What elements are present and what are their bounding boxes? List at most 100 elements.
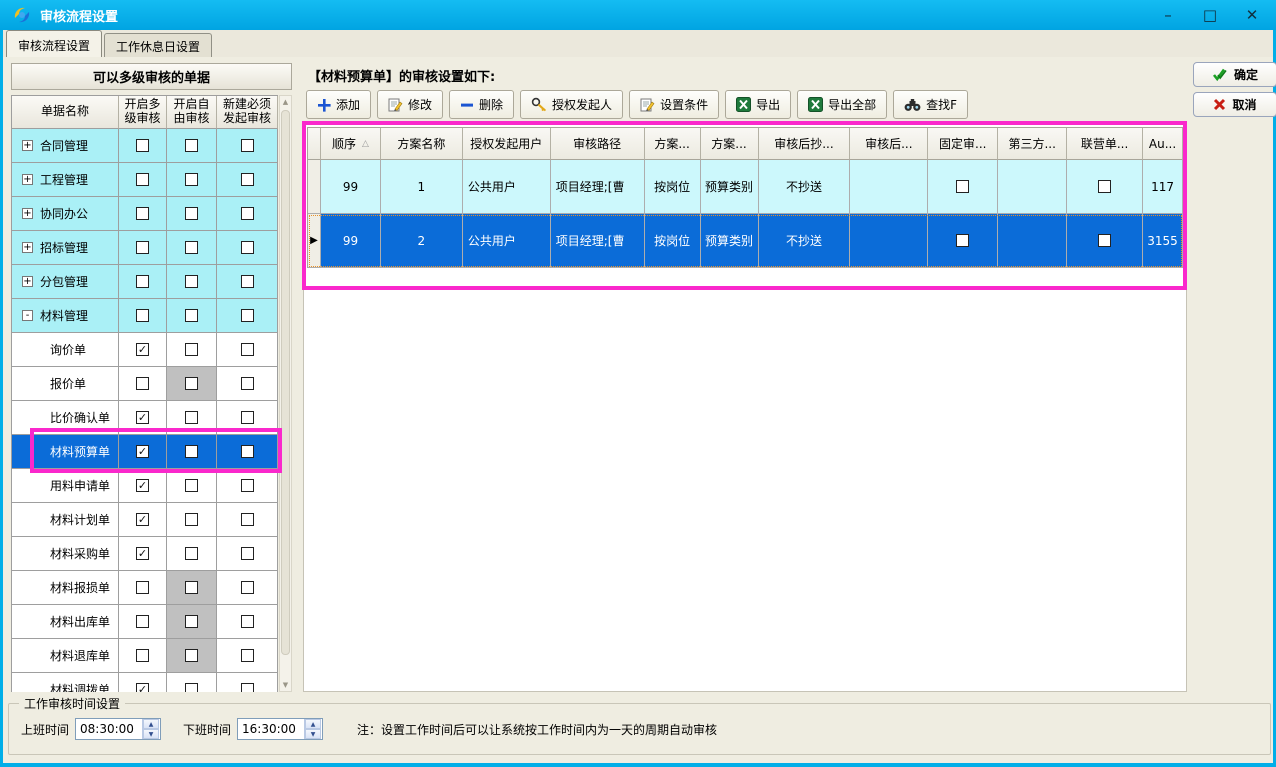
grid-column-header[interactable]: 方案名称 [381, 128, 463, 160]
unchecked-checkbox[interactable] [136, 581, 149, 594]
unchecked-checkbox[interactable] [241, 411, 254, 424]
unchecked-checkbox[interactable] [136, 377, 149, 390]
unchecked-checkbox[interactable] [241, 241, 254, 254]
unchecked-checkbox[interactable] [136, 649, 149, 662]
toolbar-button-7[interactable]: 导出全部 [797, 90, 887, 119]
checked-checkbox[interactable] [136, 683, 149, 692]
unchecked-checkbox[interactable] [1098, 234, 1111, 247]
unchecked-checkbox[interactable] [241, 513, 254, 526]
unchecked-checkbox[interactable] [185, 581, 198, 594]
grid-cell[interactable]: 2 [381, 214, 463, 268]
checkbox-cell[interactable] [217, 163, 278, 197]
grid-cell[interactable]: 3155 [1143, 214, 1183, 268]
audit-plan-row[interactable]: 991公共用户项目经理;[曹按岗位预算类别不抄送117 [308, 160, 1183, 214]
document-row[interactable]: -材料管理 [12, 299, 278, 333]
grid-cell[interactable]: 按岗位 [645, 160, 701, 214]
checkbox-cell[interactable] [217, 299, 278, 333]
unchecked-checkbox[interactable] [185, 275, 198, 288]
checkbox-cell[interactable] [119, 469, 167, 503]
left-table-scrollbar[interactable]: ▲ ▼ [279, 95, 292, 692]
document-row[interactable]: 报价单 [12, 367, 278, 401]
checkbox-cell[interactable] [119, 503, 167, 537]
unchecked-checkbox[interactable] [241, 649, 254, 662]
document-name-cell[interactable]: +合同管理 [12, 129, 119, 163]
document-name-cell[interactable]: +分包管理 [12, 265, 119, 299]
document-row[interactable]: +协同办公 [12, 197, 278, 231]
checkbox-cell[interactable] [217, 469, 278, 503]
checkbox-cell[interactable] [167, 469, 217, 503]
checkbox-cell[interactable] [217, 503, 278, 537]
unchecked-checkbox[interactable] [136, 173, 149, 186]
document-row[interactable]: 材料采购单 [12, 537, 278, 571]
unchecked-checkbox[interactable] [241, 445, 254, 458]
document-row[interactable]: 材料预算单 [12, 435, 278, 469]
document-name-cell[interactable]: 报价单 [12, 367, 119, 401]
document-name-cell[interactable]: +招标管理 [12, 231, 119, 265]
toolbar-button-2[interactable]: 修改 [377, 90, 443, 119]
close-icon[interactable]: ✕ [1238, 3, 1266, 27]
document-row[interactable]: +合同管理 [12, 129, 278, 163]
document-name-cell[interactable]: 材料报损单 [12, 571, 119, 605]
grid-column-header[interactable]: Au... [1143, 128, 1183, 160]
grid-cell[interactable] [1067, 160, 1143, 214]
unchecked-checkbox[interactable] [241, 581, 254, 594]
unchecked-checkbox[interactable] [956, 234, 969, 247]
checkbox-cell[interactable] [217, 673, 278, 692]
unchecked-checkbox[interactable] [241, 139, 254, 152]
toolbar-button-8[interactable]: 查找F [893, 90, 968, 119]
checked-checkbox[interactable] [136, 445, 149, 458]
checkbox-cell[interactable] [119, 129, 167, 163]
document-name-cell[interactable]: +工程管理 [12, 163, 119, 197]
document-name-cell[interactable]: +协同办公 [12, 197, 119, 231]
checkbox-cell[interactable] [167, 163, 217, 197]
checkbox-cell[interactable] [167, 197, 217, 231]
checkbox-cell[interactable] [167, 231, 217, 265]
document-row[interactable]: 用料申请单 [12, 469, 278, 503]
checked-checkbox[interactable] [136, 411, 149, 424]
unchecked-checkbox[interactable] [241, 479, 254, 492]
start-time-up-icon[interactable]: ▲ [143, 719, 159, 729]
checkbox-cell[interactable] [119, 639, 167, 673]
checkbox-cell[interactable] [217, 231, 278, 265]
checkbox-cell[interactable] [217, 401, 278, 435]
grid-column-header[interactable]: 联营单... [1067, 128, 1143, 160]
expand-icon[interactable]: + [22, 276, 33, 287]
collapse-icon[interactable]: - [22, 310, 33, 321]
document-name-cell[interactable]: -材料管理 [12, 299, 119, 333]
grid-column-header[interactable]: 第三方... [998, 128, 1067, 160]
grid-cell[interactable]: 项目经理;[曹 [551, 160, 645, 214]
unchecked-checkbox[interactable] [185, 547, 198, 560]
column-must-initiate[interactable]: 新建必须 发起审核 [217, 96, 278, 129]
grid-cell[interactable]: 不抄送 [759, 214, 851, 268]
checkbox-cell[interactable] [119, 401, 167, 435]
unchecked-checkbox[interactable] [136, 309, 149, 322]
unchecked-checkbox[interactable] [956, 180, 969, 193]
ok-button[interactable]: 确定 [1193, 62, 1276, 87]
minimize-icon[interactable]: – [1154, 3, 1182, 27]
grid-cell[interactable]: 99 [321, 160, 381, 214]
checkbox-cell[interactable] [167, 673, 217, 692]
checkbox-cell[interactable] [167, 299, 217, 333]
grid-column-header[interactable]: 方案... [701, 128, 759, 160]
toolbar-button-3[interactable]: 删除 [449, 90, 514, 119]
checkbox-cell[interactable] [119, 537, 167, 571]
document-name-cell[interactable]: 询价单 [12, 333, 119, 367]
document-name-cell[interactable]: 材料采购单 [12, 537, 119, 571]
end-time-up-icon[interactable]: ▲ [305, 719, 321, 729]
grid-column-header[interactable]: 授权发起用户 [463, 128, 551, 160]
checkbox-cell[interactable] [119, 605, 167, 639]
cancel-button[interactable]: 取消 [1193, 92, 1276, 117]
document-row[interactable]: 材料报损单 [12, 571, 278, 605]
unchecked-checkbox[interactable] [185, 479, 198, 492]
checkbox-cell[interactable] [167, 605, 217, 639]
expand-icon[interactable]: + [22, 242, 33, 253]
grid-column-header[interactable]: 审核后抄... [759, 128, 851, 160]
unchecked-checkbox[interactable] [136, 139, 149, 152]
grid-cell[interactable]: 117 [1143, 160, 1183, 214]
grid-cell[interactable] [928, 160, 998, 214]
grid-cell[interactable]: 1 [381, 160, 463, 214]
checkbox-cell[interactable] [167, 367, 217, 401]
checkbox-cell[interactable] [217, 435, 278, 469]
grid-cell[interactable]: 公共用户 [463, 214, 551, 268]
toolbar-button-4[interactable]: 授权发起人 [520, 90, 623, 119]
